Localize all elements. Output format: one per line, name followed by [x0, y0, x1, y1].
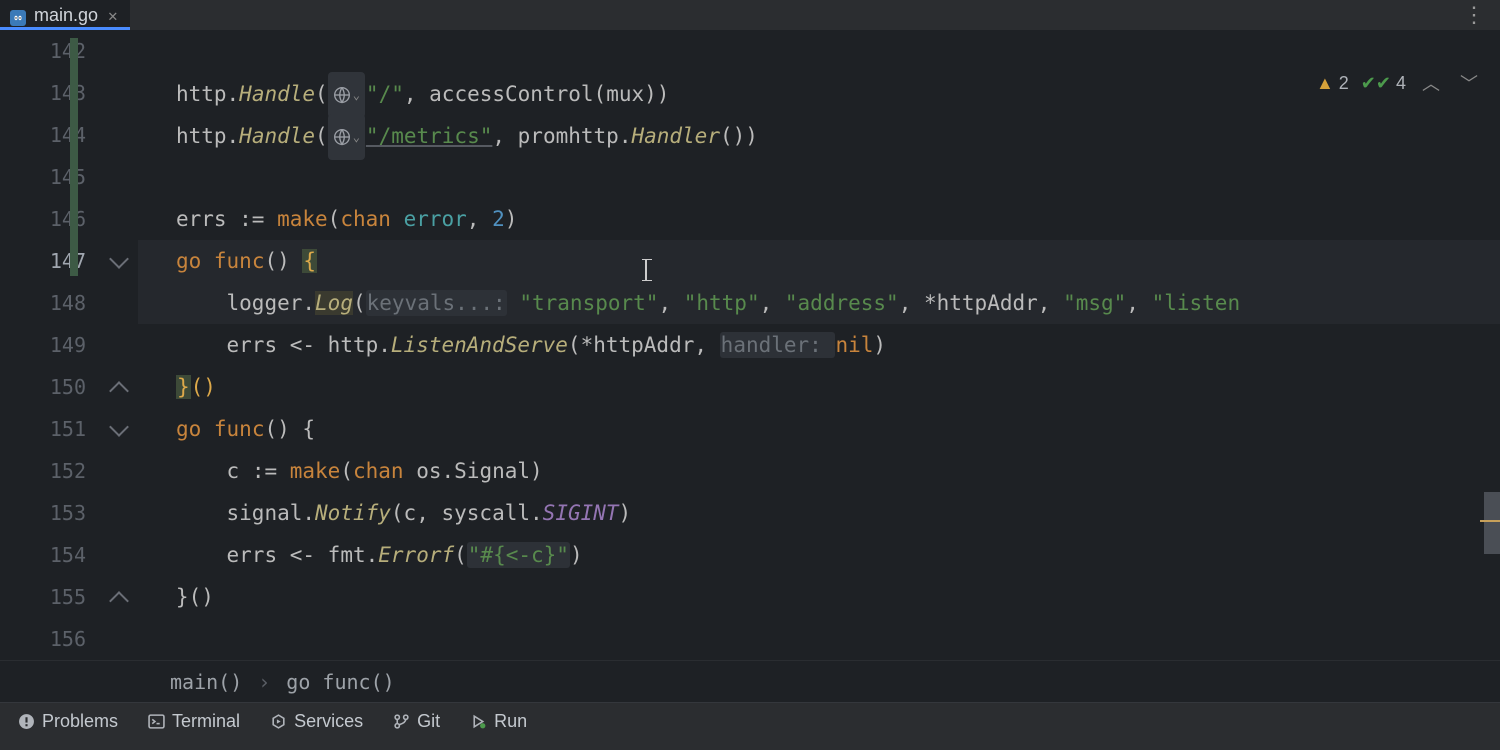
services-icon [270, 713, 287, 730]
tab-bar: main.go ✕ ⋮ [0, 0, 1500, 30]
fold-strip [100, 30, 138, 660]
globe-icon[interactable]: ⌄ [328, 114, 365, 160]
scrollbar-thumb[interactable] [1484, 492, 1500, 554]
services-tool[interactable]: Services [270, 711, 363, 732]
problems-tool[interactable]: Problems [18, 711, 118, 732]
line-number: 151 [0, 408, 86, 450]
fold-toggle-icon[interactable] [109, 417, 129, 437]
inspection-widget[interactable]: ▲ 2 ✔✔ 4 ︿ ﹀ [1316, 70, 1482, 96]
globe-icon[interactable]: ⌄ [328, 72, 365, 118]
breadcrumb-item[interactable]: go func() [286, 670, 394, 694]
code-area[interactable]: ▲ 2 ✔✔ 4 ︿ ﹀ http.Handle(⌄"/", accessCon… [138, 30, 1500, 660]
terminal-tool[interactable]: Terminal [148, 711, 240, 732]
code-line-155: }() [138, 576, 1500, 618]
terminal-icon [148, 713, 165, 730]
more-menu-button[interactable]: ⋮ [1463, 3, 1486, 28]
code-line-152: c := make(chan os.Signal) [138, 450, 1500, 492]
code-line-144: http.Handle(⌄"/metrics", promhttp.Handle… [138, 114, 1500, 156]
code-line-149: errs <- http.ListenAndServe(*httpAddr, h… [138, 324, 1500, 366]
fold-toggle-icon[interactable] [109, 381, 129, 401]
checks-badge[interactable]: ✔✔ 4 [1361, 73, 1406, 94]
line-number: 149 [0, 324, 86, 366]
vcs-change-marker [70, 38, 78, 276]
code-line-145 [138, 156, 1500, 198]
run-tool[interactable]: Run [470, 711, 527, 732]
file-tab[interactable]: main.go ✕ [0, 0, 130, 30]
code-line-150: }() [138, 366, 1500, 408]
tab-filename: main.go [34, 5, 98, 26]
fold-toggle-icon[interactable] [109, 591, 129, 611]
next-highlight-icon[interactable]: ﹀ [1456, 70, 1482, 96]
editor[interactable]: 1421431441451461471481491501511521531541… [0, 30, 1500, 660]
code-line-147: go func() { [138, 240, 1500, 282]
code-line-156 [138, 618, 1500, 660]
code-line-148: logger.Log(keyvals...: "transport", "htt… [138, 282, 1500, 324]
fold-toggle-icon[interactable] [109, 249, 129, 269]
line-number: 150 [0, 366, 86, 408]
git-tool[interactable]: Git [393, 711, 440, 732]
breadcrumb: main() › go func() [0, 660, 1500, 702]
chevron-right-icon: › [258, 670, 270, 694]
line-number: 156 [0, 618, 86, 660]
warnings-badge[interactable]: ▲ 2 [1316, 73, 1349, 94]
close-icon[interactable]: ✕ [106, 6, 120, 25]
problems-icon [18, 713, 35, 730]
prev-highlight-icon[interactable]: ︿ [1418, 70, 1444, 96]
line-number: 153 [0, 492, 86, 534]
code-line-154: errs <- fmt.Errorf("#{<-c}") [138, 534, 1500, 576]
tool-window-bar: Problems Terminal Services Git Run [0, 702, 1500, 740]
status-bar [0, 740, 1500, 750]
line-number: 148 [0, 282, 86, 324]
code-line-146: errs := make(chan error, 2) [138, 198, 1500, 240]
line-number: 154 [0, 534, 86, 576]
line-number: 155 [0, 576, 86, 618]
line-gutter: 1421431441451461471481491501511521531541… [0, 30, 100, 660]
run-icon [470, 713, 487, 730]
text-caret-icon [645, 260, 647, 280]
git-branch-icon [393, 713, 410, 730]
code-line-143: http.Handle(⌄"/", accessControl(mux)) [138, 72, 1500, 114]
line-number: 152 [0, 450, 86, 492]
code-line-153: signal.Notify(c, syscall.SIGINT) [138, 492, 1500, 534]
go-file-icon [10, 7, 26, 23]
code-line-142 [138, 30, 1500, 72]
breadcrumb-item[interactable]: main() [170, 670, 242, 694]
code-line-151: go func() { [138, 408, 1500, 450]
